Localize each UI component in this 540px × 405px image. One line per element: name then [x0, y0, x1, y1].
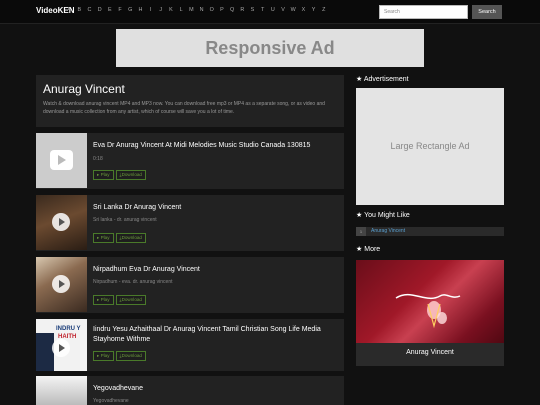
video-thumbnail[interactable]	[36, 376, 87, 405]
video-item: Nirpadhum Eva Dr Anurag Vincent Nirpadhu…	[36, 257, 344, 313]
download-button[interactable]: ⤓Download	[115, 233, 146, 243]
download-button[interactable]: ⤓Download	[115, 295, 146, 305]
alpha-link-y[interactable]: Y	[309, 7, 319, 13]
play-button[interactable]: ▸ Play	[93, 295, 114, 305]
video-title[interactable]: Iindru Yesu Azhaithaal Dr Anurag Vincent…	[93, 325, 338, 345]
video-actions: ▸ Play ⤓Download	[93, 233, 148, 243]
more-heading-label: More	[364, 246, 381, 253]
alpha-link-z[interactable]: Z	[319, 7, 329, 13]
video-title[interactable]: Sri Lanka Dr Anurag Vincent	[93, 203, 338, 213]
video-subtitle: Yegovadhevane	[93, 398, 129, 404]
video-subtitle: Nirpadhum - eva. dr. anurag vincent	[93, 279, 173, 285]
play-icon	[52, 275, 70, 293]
video-item: Yegovadhevane Yegovadhevane	[36, 376, 344, 405]
suggestion-item[interactable]: 1 Anurag Vincent	[356, 227, 504, 236]
alpha-link-a[interactable]: A	[64, 7, 74, 13]
alpha-link-u[interactable]: U	[268, 7, 278, 13]
download-label: Download	[121, 235, 142, 240]
album-art-decor	[395, 293, 461, 329]
alpha-link-s[interactable]: S	[247, 7, 257, 13]
artist-header: Anurag Vincent Watch & download anurag v…	[36, 75, 344, 127]
play-button[interactable]: ▸ Play	[93, 233, 114, 243]
album-cover-image[interactable]	[356, 260, 504, 343]
video-subtitle: Sri lanka - dr. anurag vincent	[93, 217, 157, 223]
suggestion-link[interactable]: Anurag Vincent	[371, 228, 405, 234]
thumbnail-text: INDRU Y	[56, 326, 81, 332]
alpha-link-m[interactable]: M	[186, 7, 196, 13]
large-rectangle-ad: Large Rectangle Ad	[356, 88, 504, 205]
more-card-title[interactable]: Anurag Vincent	[356, 349, 504, 356]
you-might-like-label: You Might Like	[364, 212, 410, 219]
play-label: Play	[100, 353, 110, 358]
video-title[interactable]: Nirpadhum Eva Dr Anurag Vincent	[93, 265, 338, 275]
alpha-link-t[interactable]: T	[258, 7, 268, 13]
play-icon	[52, 339, 70, 357]
download-label: Download	[121, 353, 142, 358]
alpha-link-o[interactable]: O	[207, 7, 217, 13]
star-icon: ★	[356, 212, 365, 219]
alpha-link-j[interactable]: J	[156, 7, 166, 13]
download-button[interactable]: ⤓Download	[115, 351, 146, 361]
page-title: Anurag Vincent	[43, 82, 125, 96]
star-icon: ★	[356, 246, 365, 253]
play-button[interactable]: ▸ Play	[93, 170, 114, 180]
alpha-link-g[interactable]: G	[125, 7, 135, 13]
alpha-link-e[interactable]: E	[105, 7, 115, 13]
play-label: Play	[100, 297, 110, 302]
play-label: Play	[100, 172, 110, 177]
video-item: Eva Dr Anurag Vincent At Midi Melodies M…	[36, 133, 344, 189]
search-button[interactable]: Search	[472, 5, 502, 19]
play-icon	[52, 213, 70, 231]
play-label: Play	[100, 235, 110, 240]
video-item: INDRU Y HAITH Iindru Yesu Azhaithaal Dr …	[36, 319, 344, 371]
download-label: Download	[121, 172, 142, 177]
search-input[interactable]: Search	[379, 5, 468, 19]
video-duration: 0:18	[93, 156, 103, 162]
alpha-link-f[interactable]: F	[115, 7, 125, 13]
video-thumbnail[interactable]	[36, 133, 87, 188]
video-thumbnail[interactable]	[36, 195, 87, 250]
video-title[interactable]: Yegovadhevane	[93, 384, 338, 394]
play-button[interactable]: ▸ Play	[93, 351, 114, 361]
alpha-link-v[interactable]: V	[278, 7, 288, 13]
top-navbar: VideoKEN A B C D E F G H I J K L M N O P…	[0, 0, 540, 24]
video-actions: ▸ Play ⤓Download	[93, 295, 148, 305]
suggestion-number: 1	[356, 227, 366, 236]
video-thumbnail[interactable]	[36, 257, 87, 312]
alphabet-nav: A B C D E F G H I J K L M N O P Q R S T …	[64, 7, 329, 13]
alpha-link-p[interactable]: P	[217, 7, 227, 13]
alpha-link-c[interactable]: C	[84, 7, 94, 13]
more-card[interactable]: Anurag Vincent	[356, 260, 504, 366]
alpha-link-i[interactable]: I	[146, 7, 156, 13]
advertisement-heading: ★ Advertisement	[356, 75, 409, 83]
alpha-link-b[interactable]: B	[74, 7, 84, 13]
alpha-link-l[interactable]: L	[176, 7, 186, 13]
video-actions: ▸ Play ⤓Download	[93, 351, 148, 361]
video-thumbnail[interactable]: INDRU Y HAITH	[36, 319, 87, 371]
advertisement-heading-label: Advertisement	[363, 76, 409, 83]
more-heading: ★ More	[356, 245, 380, 253]
star-icon: ★	[356, 76, 364, 83]
video-title[interactable]: Eva Dr Anurag Vincent At Midi Melodies M…	[93, 141, 338, 151]
alpha-link-q[interactable]: Q	[227, 7, 237, 13]
responsive-ad-banner: Responsive Ad	[116, 29, 424, 67]
download-button[interactable]: ⤓Download	[115, 170, 146, 180]
page-description: Watch & download anurag vincent MP4 and …	[43, 101, 325, 115]
you-might-like-heading: ★ You Might Like	[356, 211, 410, 219]
alpha-link-k[interactable]: K	[166, 7, 176, 13]
download-label: Download	[121, 297, 142, 302]
alpha-link-n[interactable]: N	[196, 7, 206, 13]
alpha-link-d[interactable]: D	[95, 7, 105, 13]
play-icon	[50, 150, 73, 170]
alpha-link-x[interactable]: X	[298, 7, 308, 13]
alpha-link-r[interactable]: R	[237, 7, 247, 13]
video-item: Sri Lanka Dr Anurag Vincent Sri lanka - …	[36, 195, 344, 251]
video-actions: ▸ Play ⤓Download	[93, 170, 148, 180]
alpha-link-w[interactable]: W	[288, 7, 298, 13]
alpha-link-h[interactable]: H	[135, 7, 145, 13]
